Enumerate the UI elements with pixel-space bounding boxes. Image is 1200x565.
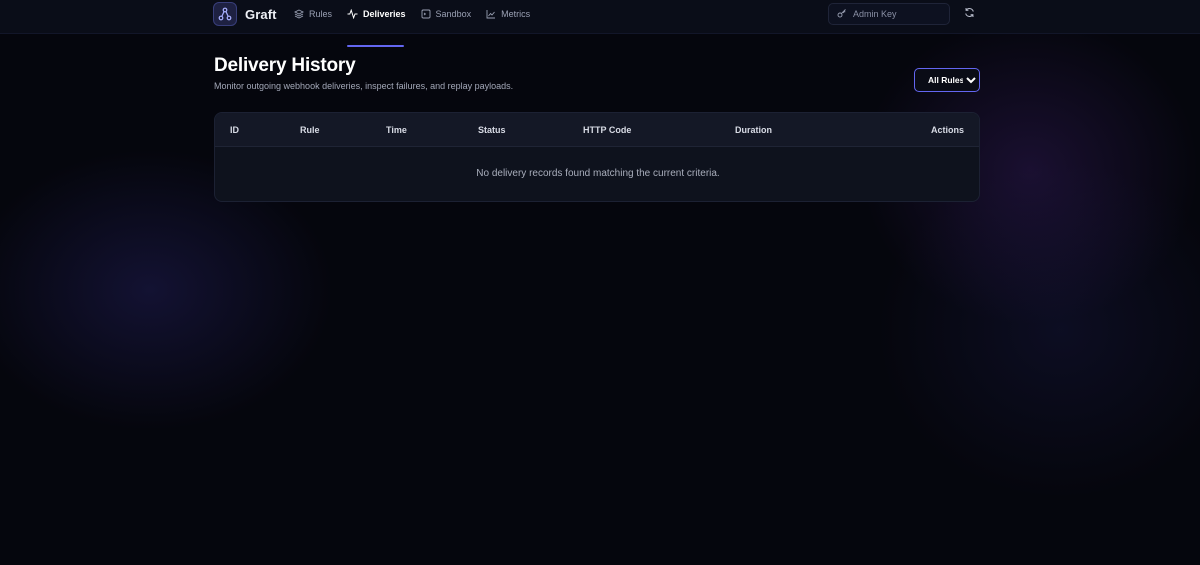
deliveries-table: ID Rule Time Status HTTP Code Duration A… [214,112,980,202]
column-header-rule: Rule [300,125,320,135]
brand[interactable]: Graft [213,2,277,26]
line-chart-icon [486,9,496,19]
column-header-status: Status [478,125,506,135]
nav-label-rules: Rules [309,9,333,19]
top-navigation-bar: Graft Rules Deliveries Sandbox Metrics [0,0,1200,34]
admin-key-field[interactable] [828,3,950,25]
brand-name: Graft [245,6,277,22]
refresh-button[interactable] [962,7,976,21]
nav-label-metrics: Metrics [501,9,531,19]
nav-item-sandbox[interactable]: Sandbox [421,0,472,28]
key-icon [837,5,847,23]
terminal-box-icon [421,9,431,19]
nav-item-metrics[interactable]: Metrics [486,0,530,28]
page-subtitle: Monitor outgoing webhook deliveries, ins… [214,81,514,91]
column-header-duration: Duration [735,125,772,135]
column-header-actions: Actions [930,125,964,135]
column-header-id: ID [230,125,239,135]
activity-icon [347,9,358,19]
nav-item-rules[interactable]: Rules [294,0,332,28]
nav-item-deliveries[interactable]: Deliveries [347,0,406,28]
admin-key-input[interactable] [853,9,943,19]
nav-label-sandbox: Sandbox [435,9,472,19]
column-header-http-code: HTTP Code [583,125,632,135]
empty-state-message: No delivery records found matching the c… [476,168,720,179]
column-header-time: Time [386,125,407,135]
active-tab-indicator [347,45,404,47]
table-header-row: ID Rule Time Status HTTP Code Duration A… [215,113,979,147]
nav-label-deliveries: Deliveries [363,9,406,19]
graph-nodes-icon [213,2,237,26]
page-title: Delivery History [214,55,356,76]
layers-icon [294,9,304,19]
main-nav: Rules Deliveries Sandbox Metrics [294,0,545,28]
rule-filter-select[interactable]: All Rules [914,68,980,92]
refresh-icon [964,5,975,23]
